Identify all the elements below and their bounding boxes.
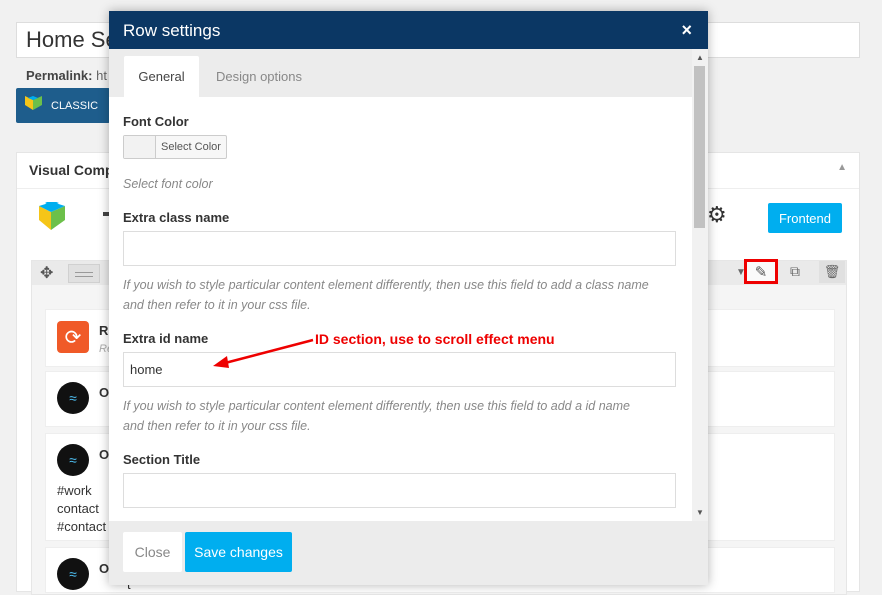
logo-avatar-icon: ≈ bbox=[57, 444, 89, 476]
extra-id-label: Extra id name bbox=[123, 331, 209, 346]
collapse-arrow-icon[interactable]: ▲ bbox=[837, 162, 847, 173]
close-icon[interactable]: × bbox=[681, 20, 692, 41]
visual-composer-logo-icon bbox=[25, 96, 43, 115]
extra-id-hint-line2: and then refer to it in your css file. bbox=[123, 419, 311, 433]
extra-class-label: Extra class name bbox=[123, 210, 230, 225]
element-title: O bbox=[99, 447, 110, 462]
extra-id-hint-line1: If you wish to style particular content … bbox=[123, 399, 630, 413]
scroll-up-icon[interactable]: ▲ bbox=[696, 53, 704, 62]
logo-avatar-icon: ≈ bbox=[57, 558, 89, 590]
classic-mode-button[interactable]: CLASSIC bbox=[16, 88, 110, 123]
select-color-button[interactable]: Select Color bbox=[123, 135, 227, 159]
move-icon[interactable]: ✥ bbox=[40, 263, 53, 283]
row-settings-modal: Row settings × General Design options Fo… bbox=[109, 11, 708, 585]
modal-footer: Close Save changes bbox=[109, 521, 708, 585]
save-changes-button[interactable]: Save changes bbox=[185, 532, 292, 572]
section-title-input[interactable] bbox=[123, 473, 676, 508]
refresh-icon: ⟳ bbox=[57, 321, 89, 353]
element-title: O bbox=[99, 561, 110, 576]
scroll-down-icon[interactable]: ▼ bbox=[696, 508, 704, 517]
select-color-label: Select Color bbox=[161, 141, 221, 153]
section-title-label: Section Title bbox=[123, 452, 201, 467]
row-layout-icon[interactable] bbox=[68, 264, 100, 283]
extra-class-hint-line1: If you wish to style particular content … bbox=[123, 278, 649, 292]
extra-class-hint-line2: and then refer to it in your css file. bbox=[123, 298, 311, 312]
settings-content: Font Color Select Color Select font colo… bbox=[109, 97, 692, 521]
close-button[interactable]: Close bbox=[123, 532, 182, 572]
font-color-hint: Select font color bbox=[123, 177, 213, 191]
color-swatch bbox=[124, 136, 156, 158]
tab-general[interactable]: General bbox=[124, 56, 199, 97]
permalink: Permalink: ht bbox=[26, 68, 107, 83]
classic-mode-label: CLASSIC bbox=[51, 99, 99, 112]
tab-bar: General Design options bbox=[109, 49, 692, 97]
extra-class-input[interactable] bbox=[123, 231, 676, 266]
clone-row-icon[interactable]: ⧉ bbox=[790, 263, 800, 280]
frontend-button[interactable]: Frontend bbox=[768, 203, 842, 233]
vc-logo-icon bbox=[37, 200, 67, 235]
modal-header: Row settings × bbox=[109, 11, 708, 49]
scroll-thumb[interactable] bbox=[694, 66, 705, 228]
element-title: R bbox=[99, 323, 109, 338]
annotation-arrow-icon bbox=[213, 338, 314, 368]
element-text: contact bbox=[57, 501, 99, 516]
modal-title: Row settings bbox=[123, 21, 221, 40]
element-text: #contact bbox=[57, 519, 107, 534]
logo-avatar-icon: ≈ bbox=[57, 382, 89, 414]
edit-row-pencil-icon[interactable]: ✎ bbox=[744, 259, 778, 284]
delete-row-icon[interactable]: 🗑 bbox=[819, 261, 845, 283]
modal-scrollbar[interactable]: ▲ ▼ bbox=[692, 49, 708, 521]
element-title: O bbox=[99, 385, 110, 400]
extra-id-input[interactable] bbox=[123, 352, 676, 387]
font-color-label: Font Color bbox=[123, 114, 189, 129]
tab-design-options[interactable]: Design options bbox=[209, 56, 309, 97]
annotation-text: ID section, use to scroll effect menu bbox=[315, 331, 555, 347]
element-text: #work bbox=[57, 483, 92, 498]
gear-icon[interactable]: ⚙ bbox=[707, 202, 727, 228]
